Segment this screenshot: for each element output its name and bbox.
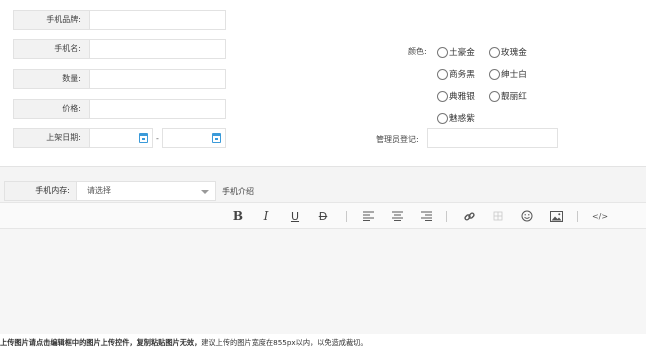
radio-icon[interactable] bbox=[489, 68, 500, 80]
editor-toolbar: B I U D </> bbox=[0, 203, 646, 229]
price-row: 价格: bbox=[13, 99, 226, 119]
upload-hint-bold: 上传图片请点击编辑框中的图片上传控件，复制粘贴图片无效， bbox=[0, 338, 202, 347]
align-right-icon[interactable] bbox=[420, 208, 432, 224]
chevron-down-icon[interactable] bbox=[201, 190, 209, 194]
color-radio-rose-gold[interactable]: 玫瑰金 bbox=[489, 46, 527, 58]
bold-icon[interactable]: B bbox=[232, 208, 244, 224]
quantity-input[interactable] bbox=[89, 69, 226, 89]
color-option-label: 商务黑 bbox=[449, 70, 475, 80]
editor-content-area[interactable] bbox=[0, 230, 646, 335]
underline-icon[interactable]: U bbox=[289, 208, 301, 224]
color-radio-gold[interactable]: 土豪金 bbox=[437, 46, 475, 58]
radio-icon[interactable] bbox=[437, 90, 448, 102]
date-range: - bbox=[89, 128, 226, 148]
color-radio-purple[interactable]: 魅惑紫 bbox=[437, 112, 475, 124]
brand-label: 手机品牌: bbox=[13, 10, 89, 30]
color-option-label: 魅惑紫 bbox=[449, 114, 475, 124]
image-icon[interactable] bbox=[549, 208, 563, 224]
code-icon[interactable]: </> bbox=[592, 208, 608, 224]
quantity-label: 数量: bbox=[13, 69, 89, 89]
price-input[interactable] bbox=[89, 99, 226, 119]
upload-hint: 上传图片请点击编辑框中的图片上传控件，复制粘贴图片无效，建议上传的图片宽度在85… bbox=[0, 334, 646, 352]
name-input[interactable] bbox=[89, 39, 226, 59]
memory-label: 手机内存: bbox=[4, 181, 76, 201]
calendar-icon[interactable] bbox=[139, 133, 148, 143]
toolbar-divider bbox=[346, 211, 347, 222]
color-radio-red[interactable]: 靓丽红 bbox=[489, 90, 527, 102]
table-icon[interactable] bbox=[492, 208, 504, 224]
start-date-input[interactable] bbox=[89, 128, 153, 148]
memory-select-value: 请选择 bbox=[87, 186, 111, 195]
link-icon[interactable] bbox=[463, 208, 475, 224]
price-label: 价格: bbox=[13, 99, 89, 119]
brand-row: 手机品牌: bbox=[13, 10, 226, 30]
upload-hint-text: 建议上传的图片宽度在855px以内，以免造成裁切。 bbox=[201, 338, 368, 347]
color-radio-black[interactable]: 商务黑 bbox=[437, 68, 475, 80]
end-date-input[interactable] bbox=[162, 128, 226, 148]
calendar-icon[interactable] bbox=[212, 133, 221, 143]
product-form-panel: 手机品牌: 手机名: 数量: 价格: 上架日期: - 颜色: 土豪金 玫瑰金 商… bbox=[0, 0, 646, 167]
date-separator: - bbox=[156, 133, 159, 143]
color-option-label: 土豪金 bbox=[449, 48, 475, 58]
align-left-icon[interactable] bbox=[362, 208, 374, 224]
color-radio-white[interactable]: 绅士白 bbox=[489, 68, 527, 80]
memory-select[interactable]: 请选择 bbox=[76, 181, 216, 201]
align-center-icon[interactable] bbox=[391, 208, 403, 224]
brand-input[interactable] bbox=[89, 10, 226, 30]
strikethrough-icon[interactable]: D bbox=[317, 208, 329, 224]
admin-label: 管理员登记: bbox=[376, 135, 419, 144]
color-option-label: 靓丽红 bbox=[501, 92, 527, 102]
name-label: 手机名: bbox=[13, 39, 89, 59]
radio-icon[interactable] bbox=[489, 46, 500, 58]
color-option-label: 绅士白 bbox=[501, 70, 527, 80]
color-label: 颜色: bbox=[408, 47, 427, 56]
radio-icon[interactable] bbox=[489, 90, 500, 102]
radio-icon[interactable] bbox=[437, 68, 448, 80]
date-label: 上架日期: bbox=[13, 128, 89, 148]
toolbar-divider bbox=[446, 211, 447, 222]
date-row: 上架日期: - bbox=[13, 128, 226, 148]
color-radio-silver[interactable]: 典雅银 bbox=[437, 90, 475, 102]
emoji-icon[interactable] bbox=[520, 208, 534, 224]
admin-input[interactable] bbox=[427, 128, 558, 148]
memory-row: 手机内存: 请选择 手机介绍 bbox=[0, 180, 646, 202]
toolbar-divider bbox=[577, 211, 578, 222]
quantity-row: 数量: bbox=[13, 69, 226, 89]
name-row: 手机名: bbox=[13, 39, 226, 59]
color-option-label: 典雅银 bbox=[449, 92, 475, 102]
rich-text-editor: B I U D </> bbox=[0, 202, 646, 334]
radio-icon[interactable] bbox=[437, 46, 448, 58]
radio-icon[interactable] bbox=[437, 112, 448, 124]
color-option-label: 玫瑰金 bbox=[501, 48, 527, 58]
italic-icon[interactable]: I bbox=[261, 208, 271, 224]
intro-label: 手机介绍 bbox=[222, 187, 254, 196]
